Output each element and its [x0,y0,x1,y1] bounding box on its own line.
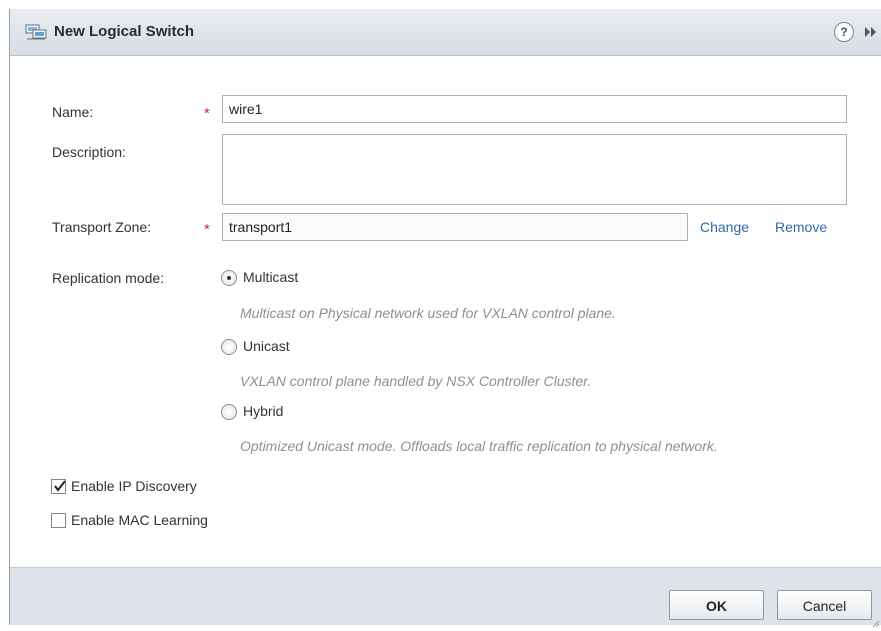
enable-mac-learning-checkbox[interactable] [51,513,66,528]
remove-link[interactable]: Remove [775,219,827,235]
hybrid-radio[interactable] [221,404,237,420]
name-input[interactable] [222,95,847,123]
enable-ip-discovery-checkbox[interactable] [51,479,66,494]
unicast-hint: VXLAN control plane handled by NSX Contr… [240,373,592,389]
dialog-footer: OK Cancel [10,567,881,628]
description-textarea[interactable] [222,134,847,205]
new-logical-switch-dialog: New Logical Switch ? Name: * Description… [9,9,881,628]
enable-mac-learning-label[interactable]: Enable MAC Learning [71,512,208,528]
name-required-mark: * [204,105,210,122]
description-label: Description: [52,144,126,160]
ok-button[interactable]: OK [669,590,764,620]
name-label: Name: [52,104,94,120]
dialog-title: New Logical Switch [54,23,195,40]
unicast-radio-label[interactable]: Unicast [243,338,290,354]
transport-zone-label: Transport Zone: [52,219,152,235]
hybrid-hint: Optimized Unicast mode. Offloads local t… [240,438,718,454]
enable-ip-discovery-label[interactable]: Enable IP Discovery [71,478,197,494]
multicast-hint: Multicast on Physical network used for V… [240,305,616,321]
expand-icon[interactable] [864,25,878,39]
resize-grip-icon[interactable] [872,615,880,628]
dialog-titlebar: New Logical Switch ? [10,9,881,56]
hybrid-radio-label[interactable]: Hybrid [243,403,283,419]
multicast-radio[interactable] [221,270,237,286]
replication-mode-label: Replication mode: [52,270,165,286]
checkmark-icon [54,480,66,492]
logical-switch-icon [25,23,47,41]
multicast-radio-label[interactable]: Multicast [243,269,298,285]
transport-zone-required-mark: * [204,221,210,238]
unicast-radio[interactable] [221,339,237,355]
transport-zone-input[interactable] [222,213,688,241]
help-icon[interactable]: ? [834,22,854,42]
cancel-button[interactable]: Cancel [777,590,872,620]
change-link[interactable]: Change [700,219,749,235]
